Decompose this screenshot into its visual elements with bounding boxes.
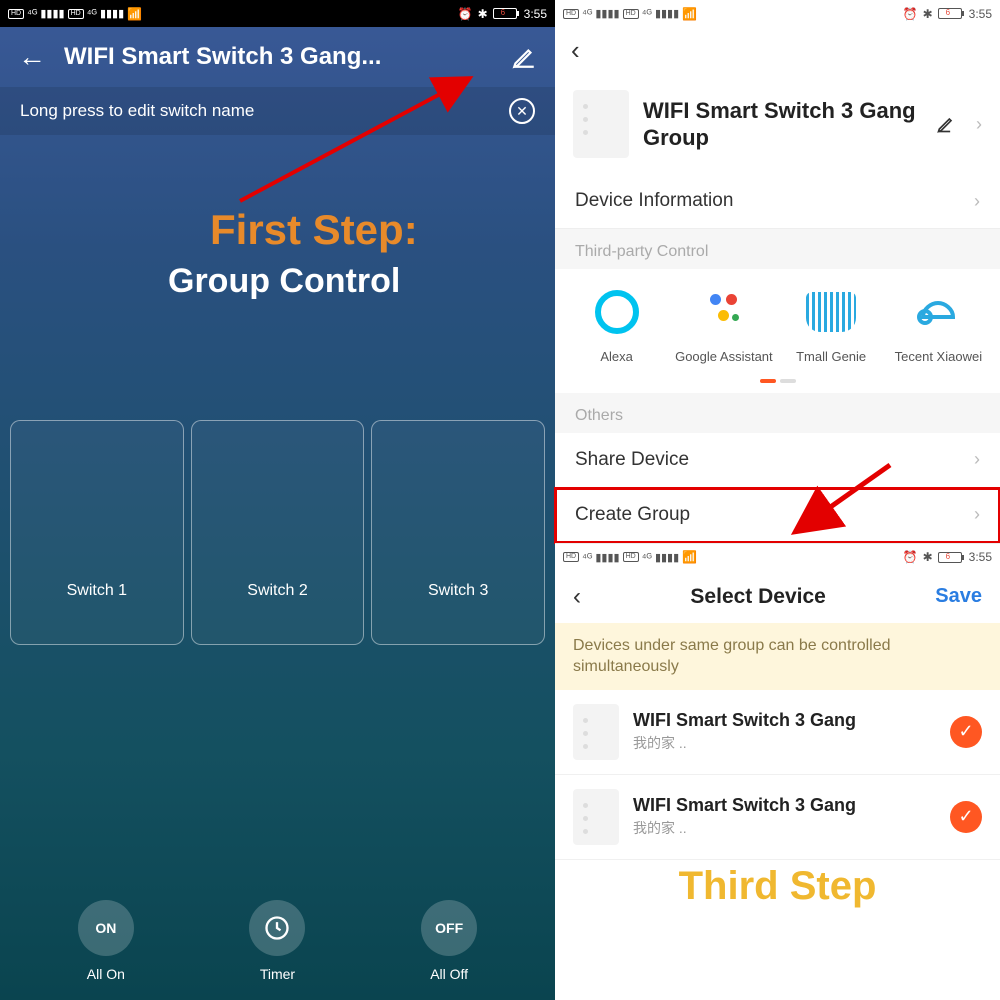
- status-bar-2: HD⁴ᴳ ▮▮▮▮ HD⁴ᴳ ▮▮▮▮ 📶 ⏰ ✱ 6 3:55: [555, 0, 1000, 27]
- switch-2[interactable]: Switch 2: [191, 420, 365, 645]
- row-device-information[interactable]: Device Information ›: [555, 174, 1000, 229]
- assistant-alexa[interactable]: Alexa: [563, 281, 670, 365]
- bluetooth-icon: ✱: [923, 7, 933, 21]
- section-others: Others: [555, 393, 1000, 433]
- close-icon[interactable]: ✕: [509, 98, 535, 124]
- chevron-right-icon: ›: [974, 449, 980, 470]
- switch-1[interactable]: Switch 1: [10, 420, 184, 645]
- row-create-group[interactable]: Create Group ›: [555, 488, 1000, 543]
- alarm-icon: ⏰: [903, 550, 918, 564]
- notice-bar: Devices under same group can be controll…: [555, 623, 1000, 690]
- chevron-right-icon: ›: [976, 114, 982, 135]
- status-bar-3: HD⁴ᴳ ▮▮▮▮ HD⁴ᴳ ▮▮▮▮ 📶 ⏰ ✱ 6 3:55: [555, 544, 1000, 571]
- page-title: WIFI Smart Switch 3 Gang...: [64, 43, 511, 71]
- device-thumb-icon: [573, 704, 619, 760]
- section-third-party: Third-party Control: [555, 229, 1000, 269]
- alexa-icon: [595, 290, 639, 334]
- right-panel: HD⁴ᴳ ▮▮▮▮ HD⁴ᴳ ▮▮▮▮ 📶 ⏰ ✱ 6 3:55 Second …: [555, 0, 1000, 1000]
- screen-select-device: HD⁴ᴳ ▮▮▮▮ HD⁴ᴳ ▮▮▮▮ 📶 ⏰ ✱ 6 3:55 ‹ Selec…: [555, 543, 1000, 909]
- bottom-actions: ON All On Timer OFF All Off: [0, 900, 555, 982]
- back-button-2[interactable]: ‹: [571, 35, 580, 66]
- chevron-right-icon: ›: [974, 191, 980, 212]
- edit-device-icon[interactable]: [936, 114, 956, 134]
- hint-bar: Long press to edit switch name ✕: [0, 87, 555, 135]
- device-thumb-icon: [573, 789, 619, 845]
- status-bar: HD⁴ᴳ ▮▮▮▮ HD⁴ᴳ ▮▮▮▮ 📶 ⏰ ✱ 6 3:55: [0, 0, 555, 27]
- app-header: ← WIFI Smart Switch 3 Gang...: [0, 27, 555, 87]
- device-name: WIFI Smart Switch 3 Gang Group: [643, 97, 922, 152]
- google-assistant-icon: [704, 292, 744, 332]
- switch-3[interactable]: Switch 3: [371, 420, 545, 645]
- alarm-icon: ⏰: [903, 7, 918, 21]
- check-icon[interactable]: ✓: [950, 716, 982, 748]
- bluetooth-icon: ✱: [478, 7, 488, 21]
- third-step-annotation: Third Step: [555, 860, 1000, 909]
- select-header: ‹ Select Device Save: [555, 571, 1000, 623]
- row-share-device[interactable]: Share Device ›: [555, 433, 1000, 488]
- device-row-1[interactable]: WIFI Smart Switch 3 Gang 我的家 .. ✓: [555, 775, 1000, 860]
- device-header: WIFI Smart Switch 3 Gang Group ›: [555, 74, 1000, 174]
- screen-main: HD⁴ᴳ ▮▮▮▮ HD⁴ᴳ ▮▮▮▮ 📶 ⏰ ✱ 6 3:55 ← WIFI …: [0, 0, 555, 1000]
- back-button[interactable]: ←: [18, 41, 46, 73]
- pager-dots: [555, 373, 1000, 393]
- tecent-xiaowei-icon: [915, 297, 961, 327]
- edit-icon[interactable]: [511, 44, 537, 70]
- all-on-button[interactable]: ON All On: [78, 900, 134, 982]
- select-title: Select Device: [690, 585, 825, 609]
- alarm-icon: ⏰: [458, 7, 473, 21]
- device-row-0[interactable]: WIFI Smart Switch 3 Gang 我的家 .. ✓: [555, 690, 1000, 775]
- device-thumb-icon: [573, 90, 629, 158]
- all-off-button[interactable]: OFF All Off: [421, 900, 477, 982]
- save-button[interactable]: Save: [935, 585, 982, 608]
- timer-button[interactable]: Timer: [249, 900, 305, 982]
- assistant-tecent[interactable]: Tecent Xiaowei: [885, 281, 992, 365]
- check-icon[interactable]: ✓: [950, 801, 982, 833]
- bluetooth-icon: ✱: [923, 550, 933, 564]
- hint-text: Long press to edit switch name: [20, 101, 254, 121]
- assistant-google[interactable]: Google Assistant: [670, 281, 777, 365]
- assistants-row: Alexa Google Assistant Tmall Genie Tecen…: [555, 269, 1000, 373]
- assistant-tmall[interactable]: Tmall Genie: [778, 281, 885, 365]
- switch-row: Switch 1 Switch 2 Switch 3: [10, 420, 545, 645]
- tmall-genie-icon: [806, 292, 856, 332]
- group-control-annotation: Group Control: [168, 262, 400, 301]
- status-time: 3:55: [524, 7, 547, 21]
- back-button-3[interactable]: ‹: [573, 583, 581, 611]
- chevron-right-icon: ›: [974, 504, 980, 525]
- first-step-annotation: First Step:: [210, 206, 418, 254]
